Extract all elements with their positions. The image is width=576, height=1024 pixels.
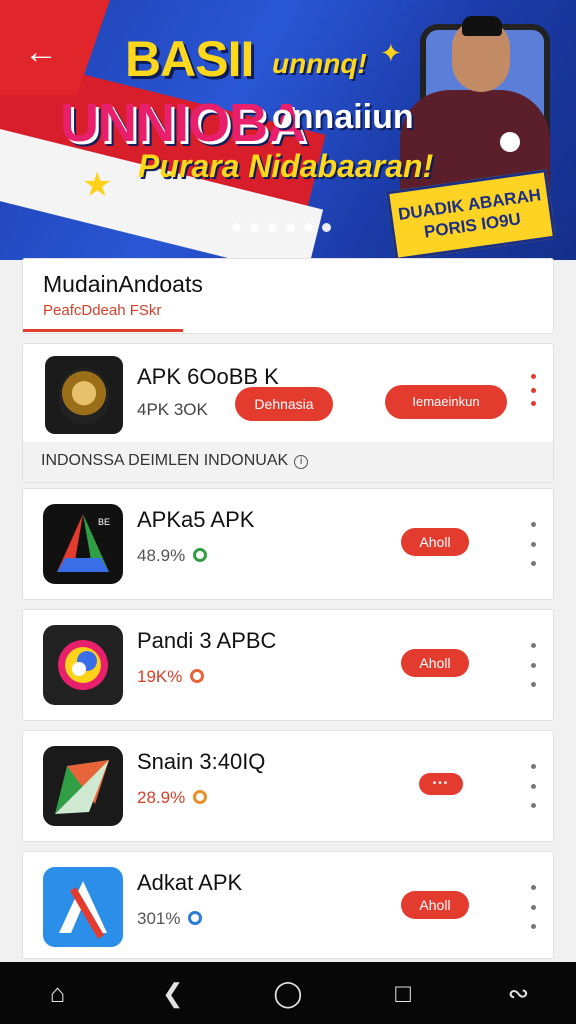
hero-banner[interactable]: ← ★ ✦ BASII unnnq! UNNIOBA onnaiiun Pura… [0,0,576,260]
rating-value: 48.9% [137,546,186,565]
list-item[interactable]: Snain 3:40IQ 28.9% ••• [22,730,554,842]
featured-app-size: 4PK 3OK [137,400,208,419]
notice-text: INDONSSA DEIMLEN INDONUAK i [41,452,309,470]
install-button[interactable]: ••• [419,773,463,795]
featured-primary-button[interactable]: Dehnasia [235,387,333,421]
rating-value: 301% [137,909,181,928]
featured-app-card[interactable]: APK 6OoBB K 4PK 3OK Dehnasia Iemaeinkun … [22,343,554,483]
install-button[interactable]: Aholl [401,649,469,677]
install-button[interactable]: Aholl [401,891,469,919]
install-button[interactable]: Aholl [401,528,469,556]
app-rating: 19K% [137,667,205,687]
back-arrow-icon[interactable]: ← [24,32,64,72]
banner-headline-2: UNNIOBA [60,93,306,153]
featured-secondary-button[interactable]: Iemaeinkun [385,385,507,419]
colorful-swirl-icon [43,625,123,705]
verified-icon [190,669,205,683]
badge-icon [500,132,520,152]
banner-headline-3: Purara Nidabaaran! [138,148,434,184]
circle-home-icon[interactable]: ◯ [266,971,310,1015]
carousel-dot[interactable] [232,223,241,232]
carousel-dot[interactable] [268,223,277,232]
recents-icon[interactable]: □ [381,971,425,1015]
system-nav-bar: ⌂ ❮ ◯ □ ∾ [0,962,576,1024]
rating-value: 19K% [137,667,183,686]
banner-headline-1b: unnnq! [272,48,367,79]
more-options-icon[interactable] [523,885,543,929]
app-name: APKa5 APK [137,507,255,532]
more-options-icon[interactable] [523,764,543,808]
featured-app-row[interactable]: APK 6OoBB K 4PK 3OK Dehnasia Iemaeinkun [23,344,553,442]
notice-label: INDONSSA DEIMLEN INDONUAK [41,452,289,469]
app-name: Adkat APK [137,870,243,895]
section-header: MudainAndoats PeafcDdeah FSkr [22,258,554,334]
featured-notice-bar: INDONSSA DEIMLEN INDONUAK i [23,442,553,482]
app-rating: 28.9% [137,788,208,808]
banner-headline-2b: onnaiiun [272,98,414,136]
person-cap [462,16,502,36]
garuda-emblem-icon [45,356,123,434]
tab-underline [23,329,183,332]
app-rating: 48.9% [137,546,208,566]
assistant-icon[interactable]: ∾ [496,971,540,1015]
list-item[interactable]: BE APKa5 APK 48.9% Aholl [22,488,554,600]
more-options-icon[interactable] [523,374,543,406]
star-icon: ★ [82,166,113,204]
verified-icon [193,790,208,804]
svg-text:BE: BE [98,517,110,527]
app-rating: 301% [137,909,203,929]
banner-headline-1: BASII [125,31,254,87]
section-subtitle[interactable]: PeafcDdeah FSkr [43,302,161,319]
info-icon[interactable]: i [294,455,309,469]
app-name: Snain 3:40IQ [137,749,266,774]
emblem-shape [59,368,109,424]
blue-a-icon [43,867,123,947]
gdrive-like-icon: BE [43,504,123,584]
more-options-icon[interactable] [523,643,543,687]
star-icon: ✦ [380,38,402,68]
home-icon[interactable]: ⌂ [36,971,80,1015]
app-name: Pandi 3 APBC [137,628,277,653]
carousel-dot[interactable] [286,223,295,232]
verified-icon [188,911,203,925]
section-title: MudainAndoats [43,271,203,297]
verified-icon [193,548,208,562]
carousel-dots[interactable] [232,223,331,232]
carousel-dot[interactable] [304,223,313,232]
back-icon[interactable]: ❮ [151,971,195,1015]
list-item[interactable]: Pandi 3 APBC 19K% Aholl [22,609,554,721]
arrow-map-icon [43,746,123,826]
carousel-dot[interactable] [250,223,259,232]
rating-value: 28.9% [137,788,186,807]
more-options-icon[interactable] [523,522,543,566]
carousel-dot[interactable] [322,223,331,232]
list-item[interactable]: Adkat APK 301% Aholl [22,851,554,959]
